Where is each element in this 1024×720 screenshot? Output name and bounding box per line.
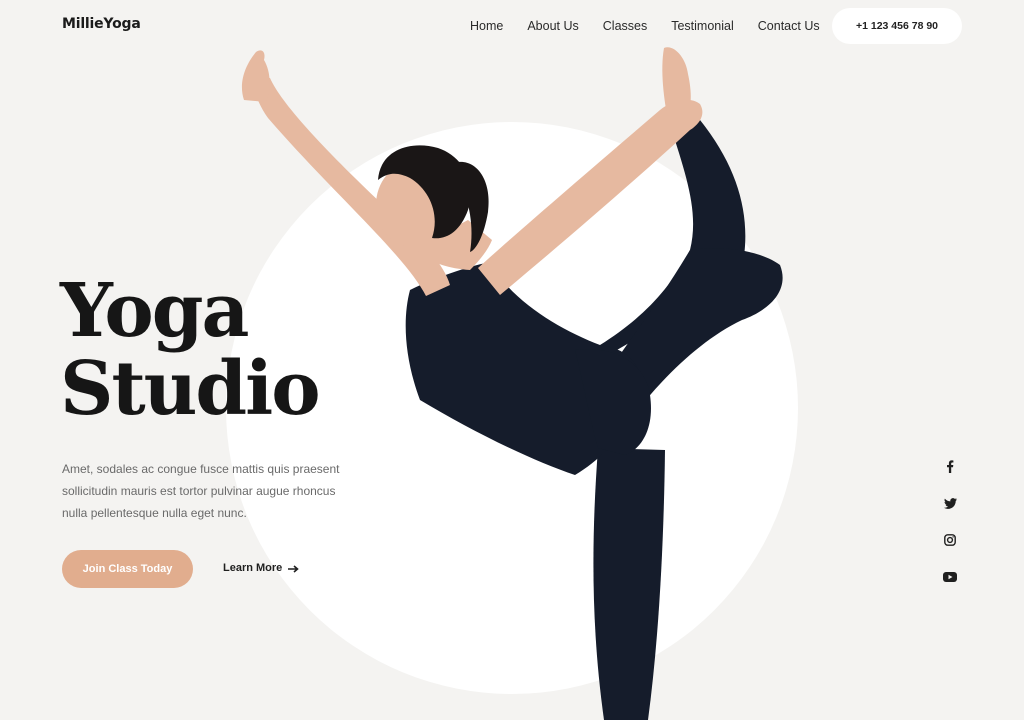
phone-button[interactable]: +1 123 456 78 90 — [832, 8, 962, 44]
nav-link-home[interactable]: Home — [470, 19, 503, 33]
arrow-right-icon — [288, 563, 300, 574]
facebook-icon[interactable] — [940, 456, 960, 476]
youtube-icon[interactable] — [940, 567, 960, 587]
learn-more-label: Learn More — [223, 562, 283, 574]
nav-link-classes[interactable]: Classes — [603, 19, 647, 33]
social-links — [940, 456, 960, 604]
learn-more-link[interactable]: Learn More — [223, 562, 300, 574]
instagram-icon[interactable] — [940, 530, 960, 550]
landing-page: MillieYoga Home About Us Classes Testimo… — [0, 0, 1024, 720]
hero-description: Amet, sodales ac congue fusce mattis qui… — [62, 462, 340, 520]
join-class-button[interactable]: Join Class Today — [62, 550, 193, 588]
hero-title: Yoga Studio — [60, 268, 321, 432]
main-nav: Home About Us Classes Testimonial Contac… — [470, 19, 844, 33]
nav-link-testimonial[interactable]: Testimonial — [671, 19, 734, 33]
hero-title-line-1: Yoga — [60, 268, 249, 354]
nav-link-about-us[interactable]: About Us — [527, 19, 578, 33]
nav-link-contact-us[interactable]: Contact Us — [758, 19, 820, 33]
brand-logo[interactable]: MillieYoga — [62, 16, 141, 32]
twitter-icon[interactable] — [940, 493, 960, 513]
hero-title-line-2: Studio — [60, 346, 321, 432]
